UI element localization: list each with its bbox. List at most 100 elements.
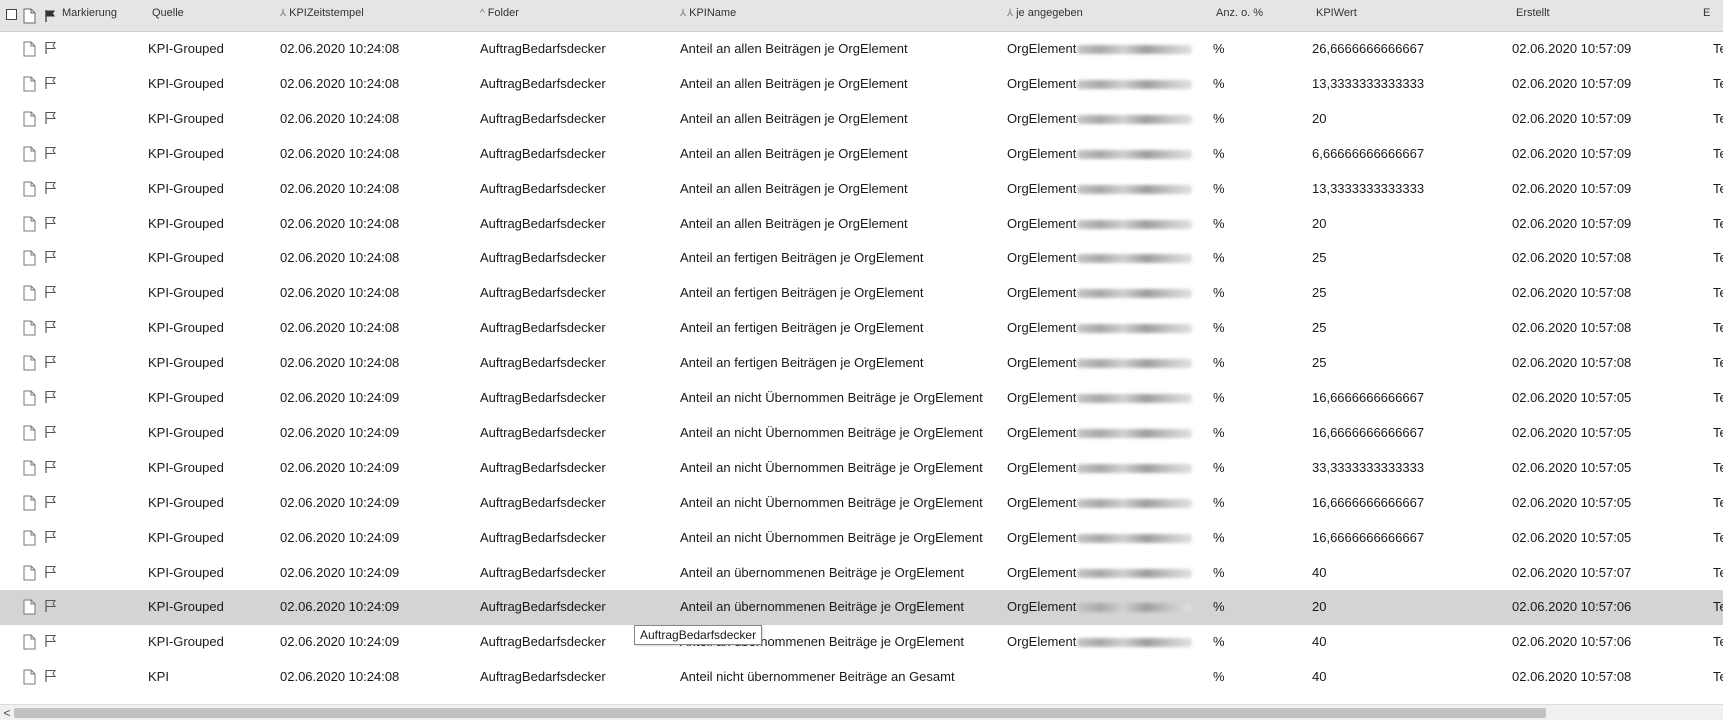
flag-icon[interactable] <box>44 41 58 55</box>
redacted-value <box>1077 184 1193 194</box>
flag-icon[interactable] <box>44 390 58 404</box>
header-quelle[interactable]: Quelle <box>152 7 184 19</box>
table-row[interactable]: KPI-Grouped 02.06.2020 10:24:08 AuftragBed… <box>0 276 1723 311</box>
flag-icon[interactable] <box>44 460 58 474</box>
document-icon[interactable] <box>23 565 36 581</box>
cell-kpiname: Anteil an nicht Übernommen Beiträge je O… <box>680 451 983 485</box>
document-icon[interactable] <box>23 669 36 685</box>
flag-icon[interactable] <box>44 425 58 439</box>
flag-icon[interactable] <box>44 599 58 613</box>
document-icon[interactable] <box>23 111 36 127</box>
document-icon[interactable] <box>23 146 36 162</box>
cell-anz-prozent-text: % <box>1213 634 1225 650</box>
cell-kpiname-text: Anteil an übernommenen Beiträge je OrgEl… <box>680 564 964 580</box>
header-kpizeitstempel[interactable]: ⅄ KPIZeitstempel <box>280 7 364 19</box>
table-row[interactable]: KPI-Grouped 02.06.2020 10:24:08 AuftragBed… <box>0 102 1723 137</box>
cell-erstellt-text: 02.06.2020 10:57:08 <box>1512 669 1632 685</box>
cell-next-column: Te <box>1713 590 1723 624</box>
table-row[interactable]: KPI-Grouped 02.06.2020 10:24:08 AuftragBed… <box>0 32 1723 67</box>
flag-icon[interactable] <box>44 146 58 160</box>
table-row[interactable]: KPI-Grouped 02.06.2020 10:24:08 AuftragBed… <box>0 346 1723 381</box>
cell-kpiwert: 25 <box>1312 311 1326 345</box>
redacted-value <box>1077 254 1193 264</box>
cell-kpiwert: 40 <box>1312 660 1326 694</box>
header-kpiname[interactable]: ⅄ KPIName <box>680 7 736 19</box>
flag-icon[interactable] <box>44 355 58 369</box>
header-next-column[interactable]: E <box>1703 7 1710 19</box>
cell-anz-prozent: % <box>1213 276 1225 310</box>
document-icon[interactable] <box>23 181 36 197</box>
flag-icon[interactable] <box>44 634 58 648</box>
table-row[interactable]: KPI-Grouped 02.06.2020 10:24:08 AuftragBed… <box>0 67 1723 102</box>
flag-icon[interactable] <box>44 495 58 509</box>
table-row[interactable]: KPI-Grouped 02.06.2020 10:24:09 AuftragBed… <box>0 521 1723 556</box>
flag-icon[interactable] <box>44 285 58 299</box>
document-icon[interactable] <box>23 425 36 441</box>
flag-icon[interactable] <box>44 111 58 125</box>
cell-anz-prozent: % <box>1213 172 1225 206</box>
table-row[interactable]: KPI-Grouped 02.06.2020 10:24:08 AuftragBed… <box>0 137 1723 172</box>
cell-quelle: KPI-Grouped <box>148 102 224 136</box>
document-icon[interactable] <box>23 76 36 92</box>
table-row[interactable]: KPI-Grouped 02.06.2020 10:24:09 AuftragBed… <box>0 590 1723 626</box>
cell-folder: AuftragBedarfsdecker <box>480 137 606 171</box>
table-row[interactable]: KPI-Grouped 02.06.2020 10:24:08 AuftragBed… <box>0 311 1723 346</box>
document-icon[interactable] <box>23 320 36 336</box>
table-row[interactable]: KPI-Grouped 02.06.2020 10:24:09 AuftragBed… <box>0 416 1723 451</box>
document-icon[interactable] <box>23 460 36 476</box>
select-all-checkbox[interactable] <box>6 9 17 20</box>
flag-icon[interactable] <box>44 565 58 579</box>
cell-erstellt: 02.06.2020 10:57:05 <box>1512 451 1631 485</box>
document-icon[interactable] <box>23 216 36 232</box>
flag-icon[interactable] <box>44 216 58 230</box>
flag-icon[interactable] <box>44 320 58 334</box>
cell-quelle: KPI-Grouped <box>148 346 224 380</box>
cell-quelle-text: KPI-Grouped <box>148 285 224 301</box>
cell-folder-text: AuftragBedarfsdecker <box>480 424 606 440</box>
header-je-angegeben[interactable]: ⅄ je angegeben <box>1007 7 1083 19</box>
flag-icon[interactable] <box>44 530 58 544</box>
cell-next-column: Te <box>1713 416 1723 450</box>
cell-quelle: KPI-Grouped <box>148 486 224 520</box>
document-icon[interactable] <box>23 495 36 511</box>
cell-je-angegeben: OrgElement <box>1007 590 1193 624</box>
cell-quelle: KPI-Grouped <box>148 416 224 450</box>
flag-icon[interactable] <box>44 669 58 683</box>
document-icon[interactable] <box>23 285 36 301</box>
header-kpiwert[interactable]: KPIWert <box>1316 7 1357 19</box>
flag-icon[interactable] <box>44 76 58 90</box>
header-erstellt[interactable]: Erstellt <box>1516 7 1550 19</box>
table-row[interactable]: KPI-Grouped 02.06.2020 10:24:09 AuftragBed… <box>0 625 1723 660</box>
flag-icon[interactable] <box>44 181 58 195</box>
table-row[interactable]: KPI-Grouped 02.06.2020 10:24:08 AuftragBed… <box>0 207 1723 242</box>
table-row[interactable]: KPI-Grouped 02.06.2020 10:24:09 AuftragBed… <box>0 556 1723 591</box>
cell-anz-prozent: % <box>1213 625 1225 659</box>
table-row[interactable]: KPI 02.06.2020 10:24:08 AuftragBedarfsdeck… <box>0 660 1723 695</box>
header-markierung[interactable]: Markierung <box>62 7 117 19</box>
document-icon[interactable] <box>23 390 36 406</box>
document-icon[interactable] <box>23 599 36 615</box>
person-sort-icon: ⅄ <box>680 7 687 19</box>
table-row[interactable]: KPI-Grouped 02.06.2020 10:24:09 AuftragBed… <box>0 486 1723 521</box>
table-row[interactable]: KPI-Grouped 02.06.2020 10:24:09 AuftragBed… <box>0 381 1723 416</box>
document-icon <box>23 8 36 24</box>
cell-je-angegeben: OrgElement <box>1007 416 1193 450</box>
table-row[interactable]: KPI-Grouped 02.06.2020 10:24:08 AuftragBed… <box>0 241 1723 276</box>
cell-kpiwert: 25 <box>1312 276 1326 310</box>
flag-icon[interactable] <box>44 250 58 264</box>
table-row[interactable]: KPI-Grouped 02.06.2020 10:24:08 AuftragBed… <box>0 172 1723 207</box>
scroll-left-arrow[interactable]: < <box>0 705 14 720</box>
horizontal-scrollbar[interactable]: < <box>0 704 1723 720</box>
document-icon[interactable] <box>23 634 36 650</box>
redacted-value <box>1077 568 1193 578</box>
redacted-value <box>1077 603 1193 613</box>
document-icon[interactable] <box>23 355 36 371</box>
header-folder[interactable]: ^ Folder <box>480 7 519 19</box>
scrollbar-thumb[interactable] <box>14 708 1546 718</box>
document-icon[interactable] <box>23 530 36 546</box>
header-anz-prozent[interactable]: Anz. o. % <box>1216 7 1263 19</box>
document-icon[interactable] <box>23 250 36 266</box>
document-icon[interactable] <box>23 41 36 57</box>
table-row[interactable]: KPI-Grouped 02.06.2020 10:24:09 AuftragBed… <box>0 451 1723 486</box>
cell-folder: AuftragBedarfsdecker <box>480 451 606 485</box>
